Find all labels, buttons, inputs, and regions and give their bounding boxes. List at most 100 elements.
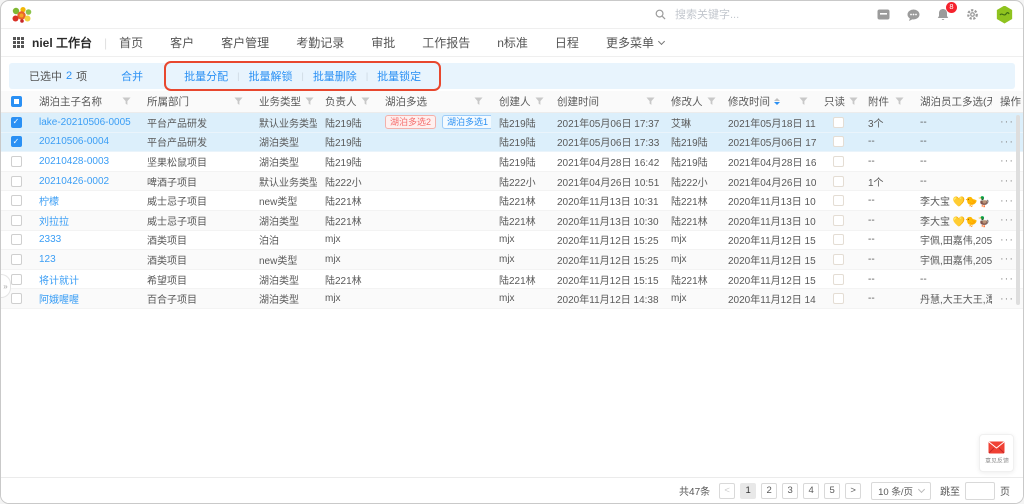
row-checkbox[interactable]	[11, 234, 22, 245]
select-all-checkbox[interactable]	[11, 96, 22, 107]
page-button-1[interactable]: 1	[740, 483, 756, 499]
prev-page-button[interactable]: <	[719, 483, 735, 499]
table-row[interactable]: 将计就计希望项目湖泊类型陆221林陆221林2020年11月12日 15:15陆…	[1, 270, 1023, 290]
workbench-board-icon[interactable]	[877, 9, 890, 20]
cell-name[interactable]: 阿娥喔喔	[31, 291, 139, 306]
merge-button[interactable]: 合并	[121, 68, 143, 84]
batch-action-3[interactable]: 批量删除	[313, 68, 357, 84]
batch-action-4[interactable]: 批量锁定	[377, 68, 421, 84]
row-checkbox[interactable]: ✓	[11, 117, 22, 128]
row-checkbox[interactable]	[11, 156, 22, 167]
cell-name[interactable]: 123	[31, 254, 139, 265]
workspace-title[interactable]: niel 工作台	[32, 34, 92, 51]
filter-icon[interactable]	[234, 97, 243, 106]
readonly-checkbox[interactable]	[833, 254, 844, 265]
table-row[interactable]: 20210428-0003坚果松鼠项目湖泊类型陆219陆陆219陆2021年04…	[1, 152, 1023, 172]
cell-dept: 平台产品研发	[139, 134, 251, 149]
cell-type: 默认业务类型	[251, 174, 317, 189]
readonly-checkbox[interactable]	[833, 195, 844, 206]
filter-icon[interactable]	[305, 97, 314, 106]
table-row[interactable]: ✓lake-20210506-0005平台产品研发默认业务类型陆219陆湖泊多选…	[1, 113, 1023, 133]
row-checkbox[interactable]	[11, 274, 22, 285]
table-row[interactable]: 20210426-0002啤酒子项目默认业务类型陆222小陆222小2021年0…	[1, 172, 1023, 192]
filter-icon[interactable]	[849, 97, 858, 106]
cell-name[interactable]: 20210426-0002	[31, 176, 139, 187]
batch-action-2[interactable]: 批量解锁	[248, 68, 292, 84]
cell-type: 泊泊	[251, 232, 317, 247]
readonly-checkbox[interactable]	[833, 234, 844, 245]
message-icon[interactable]	[907, 9, 920, 21]
nav-bar: niel 工作台 | 首页客户客户管理考勤记录审批工作报告n标准日程 更多菜单	[1, 29, 1023, 57]
column-label-wrap: 附件	[868, 94, 889, 109]
cell-name[interactable]: 刘拉拉	[31, 213, 139, 228]
readonly-checkbox[interactable]	[833, 176, 844, 187]
filter-icon[interactable]	[707, 97, 716, 106]
row-checkbox[interactable]	[11, 293, 22, 304]
filter-icon[interactable]	[646, 97, 655, 106]
nav-item-8[interactable]: 日程	[555, 34, 579, 51]
feedback-button[interactable]: 意见反馈	[979, 434, 1014, 472]
row-checkbox[interactable]: ✓	[11, 136, 22, 147]
batch-action-1[interactable]: 批量分配	[184, 68, 228, 84]
cell-name[interactable]: lake-20210506-0005	[31, 117, 139, 128]
table-row[interactable]: 2333酒类项目泊泊mjxmjx2020年11月12日 15:25mjx2020…	[1, 231, 1023, 251]
filter-icon[interactable]	[895, 97, 904, 106]
readonly-checkbox[interactable]	[833, 293, 844, 304]
settings-gear-icon[interactable]	[966, 8, 979, 21]
jump-page-input[interactable]	[965, 482, 995, 500]
cell-name[interactable]: 将计就计	[31, 272, 139, 287]
nav-item-6[interactable]: 工作报告	[422, 34, 470, 51]
table-row[interactable]: 柠檬威士忌子项目new类型陆221林陆221林2020年11月13日 10:31…	[1, 191, 1023, 211]
readonly-checkbox[interactable]	[833, 215, 844, 226]
readonly-checkbox[interactable]	[833, 156, 844, 167]
next-page-button[interactable]: >	[845, 483, 861, 499]
table-row[interactable]: ✓20210506-0004平台产品研发湖泊类型陆219陆陆219陆2021年0…	[1, 133, 1023, 153]
filter-icon[interactable]	[361, 97, 370, 106]
nav-item-1[interactable]: 首页	[119, 34, 143, 51]
page-button-2[interactable]: 2	[761, 483, 777, 499]
user-avatar[interactable]	[996, 6, 1013, 24]
cell-type: 默认业务类型	[251, 115, 317, 130]
nav-item-7[interactable]: n标准	[497, 34, 528, 51]
page-button-5[interactable]: 5	[824, 483, 840, 499]
cell-name[interactable]: 柠檬	[31, 193, 139, 208]
table-row[interactable]: 阿娥喔喔百合子项目湖泊类型mjxmjx2020年11月12日 14:38mjx2…	[1, 289, 1023, 309]
app-logo-icon[interactable]	[11, 6, 33, 24]
page-button-4[interactable]: 4	[803, 483, 819, 499]
cell-name[interactable]: 20210506-0004	[31, 136, 139, 147]
nav-item-4[interactable]: 考勤记录	[296, 34, 344, 51]
page-button-3[interactable]: 3	[782, 483, 798, 499]
app-grid-icon[interactable]	[13, 37, 24, 48]
readonly-checkbox[interactable]	[833, 274, 844, 285]
row-checkbox[interactable]	[11, 195, 22, 206]
sort-icon[interactable]	[774, 98, 780, 105]
vertical-scrollbar[interactable]	[1016, 115, 1020, 305]
column-header-attach: 附件	[860, 91, 912, 112]
filter-icon[interactable]	[122, 97, 131, 106]
column-label-wrap: 负责人	[325, 94, 357, 109]
column-label: 所属部门	[147, 94, 189, 109]
readonly-checkbox[interactable]	[833, 136, 844, 147]
column-label-wrap: 湖泊主子名称	[39, 94, 102, 109]
notification-bell-icon[interactable]: 8	[937, 8, 949, 21]
search-input[interactable]	[673, 8, 791, 22]
nav-item-2[interactable]: 客户	[170, 34, 194, 51]
page-size-select[interactable]: 10 条/页	[871, 482, 931, 500]
filter-icon[interactable]	[799, 97, 808, 106]
nav-item-5[interactable]: 审批	[371, 34, 395, 51]
row-checkbox[interactable]	[11, 254, 22, 265]
filter-icon[interactable]	[474, 97, 483, 106]
row-checkbox[interactable]	[11, 176, 22, 187]
readonly-checkbox[interactable]	[833, 117, 844, 128]
cell-modifier: mjx	[663, 254, 720, 265]
table-row[interactable]: 刘拉拉威士忌子项目湖泊类型陆221林陆221林2020年11月13日 10:30…	[1, 211, 1023, 231]
filter-icon[interactable]	[535, 97, 544, 106]
cell-name[interactable]: 2333	[31, 234, 139, 245]
nav-more-menu[interactable]: 更多菜单	[606, 34, 664, 51]
cell-modified: 2020年11月13日 10:31	[720, 193, 816, 208]
row-checkbox[interactable]	[11, 215, 22, 226]
selected-suffix: 项	[76, 68, 87, 84]
cell-name[interactable]: 20210428-0003	[31, 156, 139, 167]
nav-item-3[interactable]: 客户管理	[221, 34, 269, 51]
table-row[interactable]: 123酒类项目new类型mjxmjx2020年11月12日 15:25mjx20…	[1, 250, 1023, 270]
